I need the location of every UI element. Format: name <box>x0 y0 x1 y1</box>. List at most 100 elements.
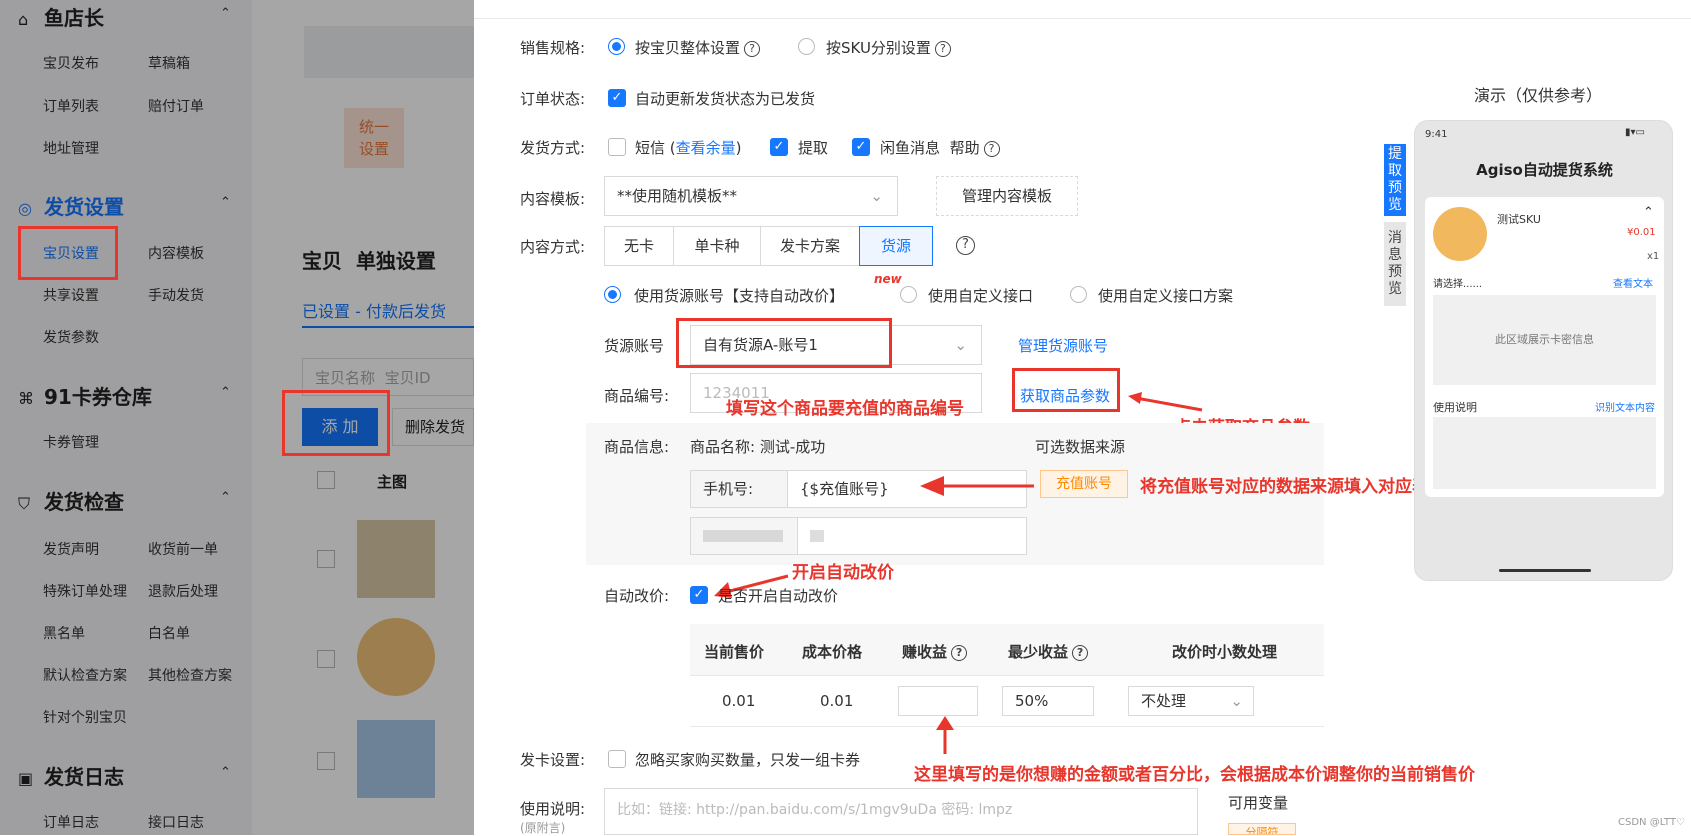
product-no-label: 商品编号: <box>604 387 670 405</box>
manage-source-link[interactable]: 管理货源账号 <box>1018 335 1108 356</box>
product-thumbnail <box>1433 207 1487 261</box>
pickup-text: 提取 <box>798 139 829 157</box>
help-icon[interactable]: ? <box>951 645 968 661</box>
auto-price-checkbox[interactable]: ✓ <box>690 586 708 604</box>
available-vars-label: 可用变量 <box>1228 794 1289 812</box>
arrow-icon <box>936 716 954 754</box>
manage-template-button[interactable]: 管理内容模板 <box>936 176 1078 216</box>
usage-textarea[interactable]: 比如：链接: http://pan.baidu.com/s/1mgv9uDa 密… <box>604 788 1198 835</box>
signal-icon: ▮▾▭ <box>1625 127 1645 138</box>
optional-source-label: 可选数据来源 <box>1035 438 1126 456</box>
product-info-label: 商品信息: <box>604 438 670 456</box>
radio-sku[interactable] <box>798 38 815 55</box>
help-icon[interactable]: ? <box>983 141 1000 157</box>
ship-method-label: 发货方式: <box>520 139 586 157</box>
divider <box>474 18 1691 19</box>
phone-price: ¥0.01 <box>1627 227 1656 238</box>
xianyu-checkbox[interactable]: ✓ <box>852 138 870 156</box>
col-cost-price: 成本价格 <box>802 643 863 661</box>
custom-api-option: 使用自定义接口 <box>928 287 1034 305</box>
radio-custom-api[interactable] <box>900 286 917 303</box>
tab-pickup-preview[interactable]: 提取预览 <box>1384 144 1406 216</box>
method-none[interactable]: 无卡 <box>604 226 674 266</box>
order-status-checkbox[interactable]: ✓ <box>608 89 626 107</box>
method-source[interactable]: 货源 <box>859 226 933 266</box>
product-name: 商品名称: 测试-成功 <box>690 438 826 456</box>
custom-scheme-option: 使用自定义接口方案 <box>1098 287 1234 305</box>
home-indicator <box>1499 569 1591 572</box>
new-badge: new <box>874 272 902 286</box>
phone-usage: 使用说明 <box>1433 401 1477 414</box>
col-profit: 赚收益? <box>902 641 968 662</box>
source-account-option: 使用货源账号【支持自动改价】 <box>634 287 845 305</box>
chevron-up-icon[interactable]: ⌃ <box>1643 205 1654 220</box>
content-template-select[interactable]: **使用随机模板** ⌄ <box>604 176 898 216</box>
xianyu-option: 闲鱼消息 帮助? <box>880 137 1000 158</box>
annotation-fill-source: 将充值账号对应的数据来源填入对应表格 <box>1140 477 1446 497</box>
card-setting-checkbox[interactable] <box>608 750 626 768</box>
radio-sku-label: 按SKU分别设置? <box>826 37 951 58</box>
method-single[interactable]: 单卡种 <box>673 226 761 266</box>
preview-title: 演示（仅供参考） <box>1474 86 1603 105</box>
var-tag[interactable]: 分隔符 <box>1228 823 1296 835</box>
pickup-checkbox[interactable]: ✓ <box>770 138 788 156</box>
arrow-icon <box>920 476 1034 496</box>
profit-input[interactable] <box>898 686 978 716</box>
content-method-label: 内容方式: <box>520 238 586 256</box>
recharge-account-tag[interactable]: 充值账号 <box>1040 470 1128 498</box>
help-icon[interactable]: ? <box>956 234 975 255</box>
card-setting-text: 忽略买家购买数量，只发一组卡券 <box>635 751 861 769</box>
highlight-box <box>18 226 118 280</box>
col-current-price: 当前售价 <box>704 643 765 661</box>
source-account-label: 货源账号 <box>604 337 665 355</box>
radio-whole-label: 按宝贝整体设置? <box>635 37 761 58</box>
phone-label-cell: 手机号: <box>690 470 788 508</box>
modal-overlay <box>0 0 474 835</box>
annotation-fill-product-no: 填写这个商品要充值的商品编号 <box>726 399 964 419</box>
phone-preview: 9:41 ▮▾▭ Agiso自动提货系统 测试SKU ⌃ ¥0.01 x1 请选… <box>1414 120 1673 581</box>
sales-spec-label: 销售规格: <box>520 39 586 57</box>
help-icon[interactable]: ? <box>744 41 761 57</box>
phone-choose: 请选择...... <box>1433 279 1483 290</box>
phone-recognize[interactable]: 识别文本内容 <box>1595 399 1655 414</box>
phone-card: 测试SKU ⌃ ¥0.01 x1 请选择...... 查看文本 此区域展示卡密信… <box>1425 197 1664 497</box>
radio-whole[interactable] <box>608 38 625 55</box>
decimal-select[interactable]: 不处理 ⌄ <box>1128 686 1254 716</box>
col-min-profit: 最少收益? <box>1008 641 1089 662</box>
phone-sku: 测试SKU <box>1497 213 1541 226</box>
annotation-fill-profit: 这里填写的是你想赚的金额或者百分比，会根据成本价调整你的当前销售价 <box>914 765 1475 785</box>
highlight-box <box>676 318 892 368</box>
tab-message-preview[interactable]: 消息预览 <box>1384 222 1406 306</box>
help-icon[interactable]: ? <box>1072 645 1089 661</box>
phone-usage-area <box>1433 417 1656 489</box>
order-status-label: 订单状态: <box>520 90 586 108</box>
chevron-down-icon: ⌄ <box>870 187 883 205</box>
auto-price-text: 是否开启自动改价 <box>718 587 839 605</box>
chevron-down-icon: ⌄ <box>1230 692 1243 710</box>
annotation-enable-auto-price: 开启自动改价 <box>792 563 894 583</box>
radio-source-account[interactable] <box>604 286 621 303</box>
radio-custom-scheme[interactable] <box>1070 286 1087 303</box>
highlight-box <box>1012 368 1120 412</box>
extra-param-label-cell <box>690 517 798 555</box>
order-status-text: 自动更新发货状态为已发货 <box>635 90 816 108</box>
extra-param-input[interactable] <box>797 517 1027 555</box>
watermark: CSDN @LTT♡ <box>1618 817 1685 828</box>
min-profit-input[interactable]: 50% <box>1002 686 1094 716</box>
arrow-icon <box>1128 392 1203 412</box>
phone-app-title: Agiso自动提货系统 <box>1476 161 1613 179</box>
help-icon[interactable]: ? <box>934 41 951 57</box>
phone-card-area: 此区域展示卡密信息 <box>1433 295 1656 385</box>
cell-current-price: 0.01 <box>722 692 756 710</box>
divider <box>690 726 1324 727</box>
usage-sublabel: (原附言) <box>520 821 566 835</box>
phone-view-text[interactable]: 查看文本 <box>1613 275 1653 290</box>
content-template-label: 内容模板: <box>520 190 586 208</box>
cell-cost-price: 0.01 <box>820 692 854 710</box>
view-balance-link[interactable]: 查看余量 <box>676 139 736 157</box>
sms-checkbox[interactable] <box>608 138 626 156</box>
method-scheme[interactable]: 发卡方案 <box>760 226 860 266</box>
chevron-down-icon: ⌄ <box>954 336 967 354</box>
phone-time: 9:41 <box>1425 129 1448 140</box>
col-decimal: 改价时小数处理 <box>1172 643 1278 661</box>
